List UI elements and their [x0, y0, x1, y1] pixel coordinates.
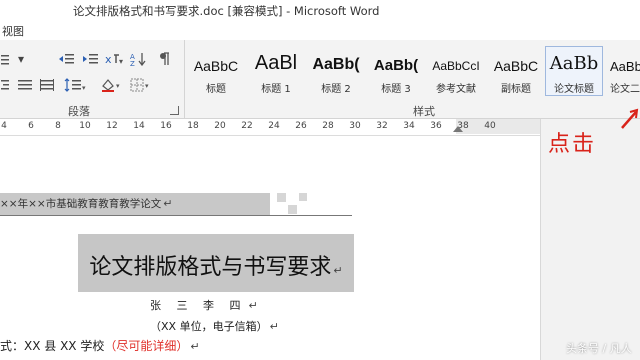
ruler-tick: 40: [484, 121, 496, 131]
style-heading-3[interactable]: AaBb( 标题 3: [367, 46, 425, 96]
decrease-indent-icon[interactable]: [55, 50, 77, 68]
style-sample: AaBb: [610, 59, 640, 74]
distributed-icon[interactable]: [38, 76, 56, 94]
header-rule: [0, 215, 352, 216]
style-name: 标题 2: [321, 84, 351, 95]
style-name: 参考文献: [436, 84, 476, 95]
ribbon: ▾ x ▾ AZ ▾ ▾ ▾ 段落 AaBbC 标题 AaBl 标题 1 AaB…: [0, 40, 640, 119]
click-annotation: 点击: [548, 132, 597, 157]
style-thesis-2[interactable]: AaBb 论文二: [605, 46, 640, 96]
ruler-tick: 26: [295, 121, 307, 131]
paragraph-group-label: 段落: [68, 105, 90, 118]
ruler-tick: 36: [430, 121, 442, 131]
styles-group: AaBbC 标题 AaBl 标题 1 AaBb( 标题 2 AaBb( 标题 3…: [185, 40, 640, 118]
style-sample: AaBb(: [373, 57, 419, 74]
pixel-artifact: [299, 193, 307, 201]
style-title[interactable]: AaBbC 标题: [187, 46, 245, 96]
svg-text:▾: ▾: [119, 57, 123, 66]
ruler-tick: 18: [187, 121, 199, 131]
style-subtitle[interactable]: AaBbC 副标题: [487, 46, 545, 96]
align-right-icon[interactable]: [0, 76, 10, 94]
pixel-artifact: [277, 193, 286, 202]
style-references[interactable]: AaBbCcI 参考文献: [427, 46, 485, 96]
style-sample: AaBbC: [193, 58, 239, 74]
ruler-tick: 22: [241, 121, 253, 131]
page-header-text[interactable]: ××年××市基础教育教育教学论文 ↵: [0, 196, 172, 211]
title-bar: 论文排版格式和书写要求.doc [兼容模式] - Microsoft Word: [0, 0, 640, 22]
doc-school-line[interactable]: 式：XX 县 XX 学校（尽可能详细） ↵: [0, 337, 200, 354]
style-name: 标题 1: [261, 84, 291, 95]
page-header-highlight: ××年××市基础教育教育教学论文 ↵: [0, 193, 270, 216]
ruler-tick: 32: [376, 121, 388, 131]
style-sample: AaBb: [549, 53, 599, 74]
line-spacing-icon[interactable]: ▾: [62, 76, 88, 94]
ruler-tick: 16: [160, 121, 172, 131]
doc-title[interactable]: 论文排版格式与书写要求 ↵: [78, 249, 354, 281]
window-title: 论文排版格式和书写要求.doc [兼容模式] - Microsoft Word: [73, 4, 380, 18]
ruler-tick: 34: [403, 121, 415, 131]
shading-icon[interactable]: ▾: [98, 76, 124, 94]
doc-authors[interactable]: 张 三 李 四 ↵: [150, 297, 264, 313]
ruler-tick: 24: [268, 121, 280, 131]
style-name: 标题: [206, 84, 226, 95]
style-sample: AaBl: [254, 52, 298, 74]
arrow-annotation-icon: [621, 108, 639, 129]
svg-text:Z: Z: [130, 60, 135, 66]
paragraph-group: ▾ x ▾ AZ ▾ ▾ ▾ 段落: [0, 40, 185, 118]
ruler-tick: 14: [133, 121, 145, 131]
style-sample: AaBb(: [312, 56, 360, 73]
doc-affiliation[interactable]: （XX 单位，电子信箱） ↵: [150, 318, 279, 334]
paragraph-launcher-icon[interactable]: [170, 106, 179, 115]
ruler-tick: 10: [79, 121, 91, 131]
sort-icon[interactable]: AZ: [128, 50, 150, 68]
dropdown-chevron-icon[interactable]: ▾: [16, 50, 26, 68]
svg-text:▾: ▾: [82, 84, 86, 92]
menu-bar: 视图: [0, 22, 640, 40]
style-heading-2[interactable]: AaBb( 标题 2: [307, 46, 365, 96]
chinese-layout-icon[interactable]: x ▾: [103, 50, 125, 68]
ruler-tick: 6: [28, 121, 34, 131]
style-name: 标题 3: [381, 84, 411, 95]
ruler-tick: 12: [106, 121, 118, 131]
style-name: 论文标题: [554, 84, 594, 95]
menu-view-tab[interactable]: 视图: [0, 23, 26, 39]
show-formatting-icon[interactable]: [154, 50, 176, 68]
style-thesis-title[interactable]: AaBb 论文标题: [545, 46, 603, 96]
ruler-tick: 28: [322, 121, 334, 131]
svg-text:▾: ▾: [116, 82, 120, 90]
ruler-tick: 20: [214, 121, 226, 131]
svg-text:▾: ▾: [145, 82, 149, 90]
svg-text:x: x: [105, 53, 112, 66]
justify-icon[interactable]: [16, 76, 34, 94]
style-name: 副标题: [501, 84, 531, 95]
style-sample: AaBbCcI: [432, 59, 480, 73]
watermark: 头条号 / 凡人: [566, 342, 632, 355]
increase-indent-icon[interactable]: [79, 50, 101, 68]
ruler-tick: 8: [55, 121, 61, 131]
right-indent-marker[interactable]: [453, 126, 463, 132]
style-sample: AaBbC: [493, 58, 539, 74]
ruler-tick: 30: [349, 121, 361, 131]
styles-group-label: 样式: [413, 105, 435, 118]
ruler-tick: 4: [1, 121, 7, 131]
multilevel-list-icon[interactable]: [0, 50, 10, 68]
doc-title-selection[interactable]: 论文排版格式与书写要求 ↵: [78, 234, 354, 292]
pixel-artifact: [288, 205, 297, 214]
borders-icon[interactable]: ▾: [128, 76, 154, 94]
style-heading-1[interactable]: AaBl 标题 1: [247, 46, 305, 96]
horizontal-ruler[interactable]: 4 6 8 10 12 14 16 18 20 22 24 26 28 30 3…: [0, 119, 540, 136]
style-name: 论文二: [610, 84, 640, 95]
